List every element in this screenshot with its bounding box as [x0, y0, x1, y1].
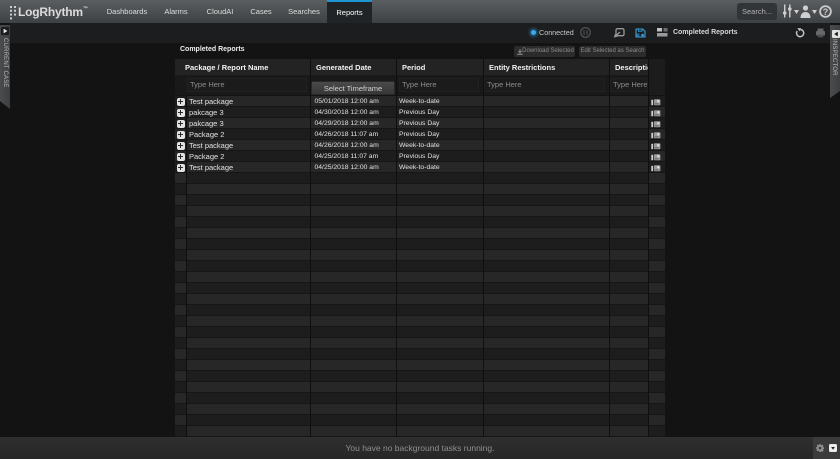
- svg-text:?: ?: [823, 7, 829, 17]
